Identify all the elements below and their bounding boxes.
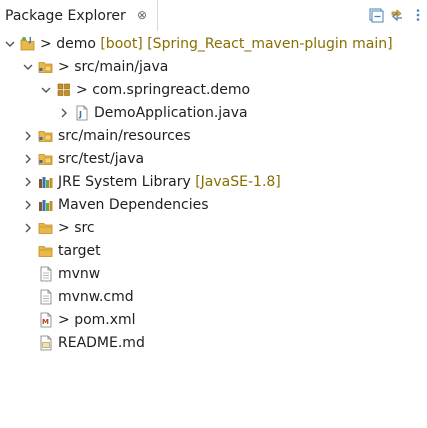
tree-row-label: JRE System Library [JavaSE-1.8] <box>58 174 281 191</box>
tree-row-label: mvnw <box>58 266 100 283</box>
chevron-down-icon[interactable] <box>22 61 34 73</box>
view-tab-package-explorer[interactable]: Package Explorer ⊗ <box>0 0 158 31</box>
tree-row-label: mvnw.cmd <box>58 289 134 306</box>
view-toolbar <box>364 4 427 26</box>
tree-row-name: JRE System Library <box>58 174 191 190</box>
source-folder-icon <box>38 128 54 144</box>
tree-row-name: Maven Dependencies <box>58 197 209 213</box>
tree-row[interactable]: J DemoApplication.java <box>0 102 427 125</box>
markdown-file-icon <box>38 335 54 351</box>
tree-row[interactable]: src/test/java <box>0 148 427 171</box>
tree-row-name: target <box>58 243 101 259</box>
tree-row-label: README.md <box>58 335 145 352</box>
tree-row[interactable]: JRE System Library [JavaSE-1.8] <box>0 171 427 194</box>
package-explorer-view: Package Explorer ⊗ J > demo [boot] [Spri… <box>0 0 427 428</box>
chevron-right-icon[interactable] <box>22 222 34 234</box>
chevron-right-icon[interactable] <box>22 153 34 165</box>
tree-row-label: > src/main/java <box>58 59 168 76</box>
tree-row-label: > com.springreact.demo <box>76 82 250 99</box>
tree-row-label: > src <box>58 220 95 237</box>
tree-row-name: README.md <box>58 335 145 351</box>
view-tab-title: Package Explorer <box>5 8 126 24</box>
folder-icon <box>38 220 54 236</box>
view-menu-icon[interactable] <box>408 5 427 25</box>
chevron-right-icon[interactable] <box>22 130 34 142</box>
tree-row[interactable]: target <box>0 240 427 263</box>
tree-row-prefix: > <box>58 312 75 328</box>
folder-icon <box>38 243 54 259</box>
tree-row[interactable]: src/main/resources <box>0 125 427 148</box>
source-folder-icon <box>38 59 54 75</box>
tree-row-label: DemoApplication.java <box>94 105 248 122</box>
tree-row-decoration: [JavaSE-1.8] <box>190 174 281 190</box>
tree-row-label: src/test/java <box>58 151 144 168</box>
chevron-right-icon[interactable] <box>22 176 34 188</box>
tree-row[interactable]: mvnw.cmd <box>0 286 427 309</box>
tree-row-label: src/main/resources <box>58 128 191 145</box>
tree-row-name: src/main/resources <box>58 128 191 144</box>
view-header: Package Explorer ⊗ <box>0 0 427 31</box>
tree-row-label: > pom.xml <box>58 312 136 329</box>
java-file-icon: J <box>74 105 90 121</box>
tree-row-name: DemoApplication.java <box>94 105 248 121</box>
svg-text:M: M <box>42 318 49 326</box>
source-folder-icon <box>38 151 54 167</box>
tree-row-prefix: > <box>40 36 57 52</box>
library-icon <box>38 197 54 213</box>
tree-row-name: src <box>74 220 95 236</box>
tree-row-label: > demo [boot] [Spring_React_maven-plugin… <box>40 36 393 53</box>
tree-row-name: mvnw.cmd <box>58 289 134 305</box>
tree-row-name: pom.xml <box>74 312 136 328</box>
tree-row[interactable]: M > pom.xml <box>0 309 427 332</box>
close-icon[interactable]: ⊗ <box>137 8 147 22</box>
tree-row-name: src/test/java <box>58 151 145 167</box>
tree-row[interactable]: README.md <box>0 332 427 355</box>
tree-row-prefix: > <box>58 59 75 75</box>
chevron-right-icon[interactable] <box>58 107 70 119</box>
tree-row-decoration: [boot] [Spring_React_maven-plugin main] <box>95 36 393 52</box>
tree-row[interactable]: J > demo [boot] [Spring_React_maven-plugi… <box>0 33 427 56</box>
chevron-down-icon[interactable] <box>4 38 16 50</box>
chevron-down-icon[interactable] <box>40 84 52 96</box>
file-icon <box>38 289 54 305</box>
tree-row-name: mvnw <box>58 266 101 282</box>
chevron-right-icon[interactable] <box>22 199 34 211</box>
collapse-all-icon[interactable] <box>366 5 385 25</box>
tree-row[interactable]: Maven Dependencies <box>0 194 427 217</box>
java-project-icon: J <box>20 36 36 52</box>
package-tree: J > demo [boot] [Spring_React_maven-plugi… <box>0 33 427 355</box>
xml-file-icon: M <box>38 312 54 328</box>
library-icon <box>38 174 54 190</box>
link-with-editor-icon[interactable] <box>387 5 406 25</box>
package-icon <box>56 82 72 98</box>
tree-row-name: src/main/java <box>74 59 169 75</box>
tree-row[interactable]: > com.springreact.demo <box>0 79 427 102</box>
tree-row[interactable]: > src/main/java <box>0 56 427 79</box>
file-icon <box>38 266 54 282</box>
tree-row-prefix: > <box>76 82 93 98</box>
tree-row[interactable]: mvnw <box>0 263 427 286</box>
tree-row-prefix: > <box>58 220 75 236</box>
tree-row-label: target <box>58 243 101 260</box>
svg-text:J: J <box>78 110 82 119</box>
tree-row-name: demo <box>56 36 96 52</box>
tree-row-name: com.springreact.demo <box>92 82 251 98</box>
tree-row-label: Maven Dependencies <box>58 197 209 214</box>
tree-row[interactable]: > src <box>0 217 427 240</box>
svg-text:J: J <box>28 36 32 44</box>
